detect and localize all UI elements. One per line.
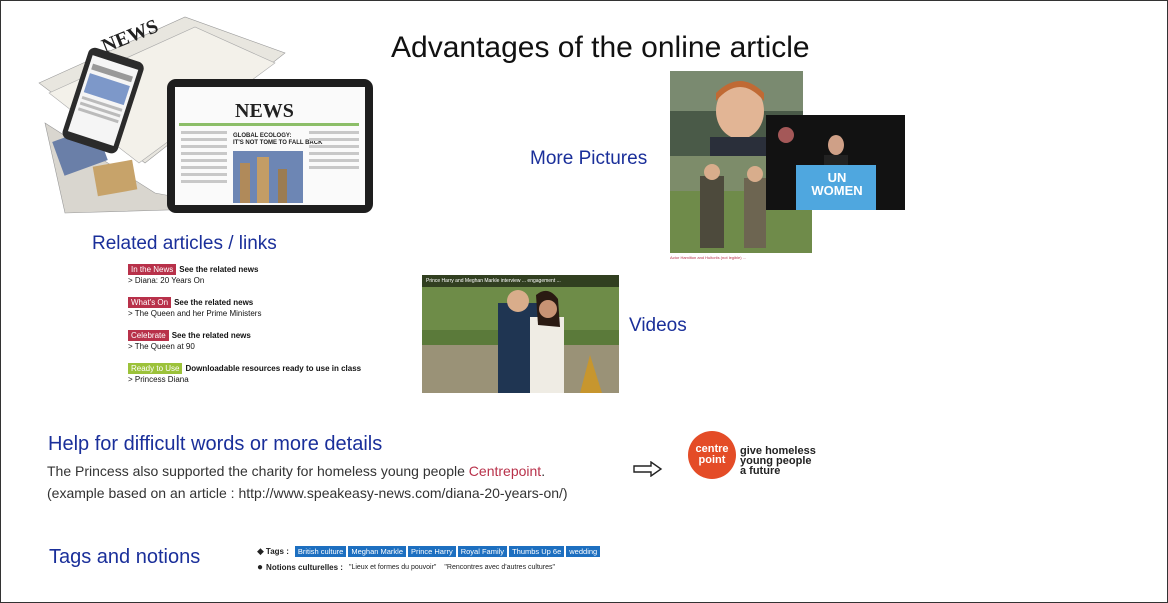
- centrepoint-logo-line2: point: [698, 454, 726, 466]
- ready-to-use-badge: Ready to Use: [128, 363, 183, 374]
- centrepoint-link[interactable]: Centrepoint: [469, 463, 541, 479]
- help-heading: Help for difficult words or more details: [48, 433, 383, 455]
- link-row[interactable]: Celebrate See the related news: [128, 329, 388, 342]
- tagline-line: a future: [740, 465, 781, 477]
- svg-text:NEWS: NEWS: [235, 100, 294, 122]
- whats-on-badge: What's On: [128, 297, 172, 308]
- help-sentence-end: .: [541, 463, 546, 479]
- example-source: (example based on an article : http://ww…: [47, 485, 568, 501]
- related-articles-heading: Related articles / links: [92, 233, 277, 254]
- related-links-list: In the News See the related news > Diana…: [128, 263, 388, 395]
- link-sub[interactable]: > The Queen at 90: [128, 342, 388, 362]
- help-sentence: The Princess also supported the charity …: [47, 463, 545, 479]
- tag-icon: ◆: [257, 545, 264, 556]
- svg-text:GLOBAL ECOLOGY:: GLOBAL ECOLOGY:: [233, 133, 291, 139]
- tag-british-culture[interactable]: British culture: [294, 545, 347, 557]
- more-pictures-heading: More Pictures: [530, 148, 648, 169]
- link-sub[interactable]: > The Queen and her Prime Ministers: [128, 309, 388, 329]
- link-row[interactable]: What's On See the related news: [128, 296, 388, 309]
- link-sub[interactable]: > Diana: 20 Years On: [128, 276, 388, 296]
- see-related-link[interactable]: See the related news: [172, 331, 251, 340]
- link-row[interactable]: In the News See the related news: [128, 263, 388, 276]
- download-resources-link[interactable]: Downloadable resources ready to use in c…: [185, 364, 361, 373]
- notions-label: Notions culturelles :: [266, 562, 343, 572]
- un-women-logo: UN WOMEN: [811, 170, 863, 198]
- notions-row: ● Notions culturelles : "Lieux et formes…: [257, 560, 602, 574]
- globe-icon: ●: [257, 561, 264, 573]
- newspaper-tablet-image: NEWS NEWS GLOBAL ECOLOGY: IT'S NOT TOME …: [38, 15, 373, 214]
- tags-area: ◆ Tags : British culture Meghan Markle P…: [257, 544, 602, 574]
- link-row[interactable]: Ready to Use Downloadable resources read…: [128, 362, 388, 375]
- tag-royal-family[interactable]: Royal Family: [457, 545, 508, 557]
- notion-item: "Rencontres avec d'autres cultures": [444, 563, 556, 571]
- right-arrow-icon: [633, 461, 663, 477]
- tags-row: ◆ Tags : British culture Meghan Markle P…: [257, 544, 602, 558]
- centrepoint-logo: centre point: [688, 431, 736, 479]
- help-sentence-text: The Princess also supported the charity …: [47, 463, 469, 479]
- tag-thumbs-up-6e[interactable]: Thumbs Up 6e: [509, 545, 565, 557]
- tags-notions-heading: Tags and notions: [49, 546, 201, 568]
- tag-meghan-markle[interactable]: Meghan Markle: [348, 545, 407, 557]
- slide: NEWS NEWS GLOBAL ECOLOGY: IT'S NOT TOME …: [0, 0, 1168, 603]
- see-related-link[interactable]: See the related news: [174, 298, 253, 307]
- un-women-photo: UN WOMEN: [766, 115, 905, 210]
- tag-wedding[interactable]: wedding: [566, 545, 601, 557]
- page-title: Advantages of the online article: [391, 31, 810, 64]
- video-title-bar: Prince Harry and Meghan Markle interview…: [422, 275, 619, 287]
- see-related-link[interactable]: See the related news: [179, 265, 258, 274]
- videos-heading: Videos: [629, 315, 687, 336]
- tags-label: Tags :: [265, 546, 289, 556]
- in-the-news-badge: In the News: [128, 264, 177, 275]
- tag-prince-harry[interactable]: Prince Harry: [408, 545, 456, 557]
- notion-item: "Lieux et formes du pouvoir": [348, 563, 437, 571]
- photo-caption: Actor Hamilton and Hultoriis (not legibl…: [670, 255, 747, 260]
- link-sub[interactable]: > Princess Diana: [128, 375, 388, 395]
- centrepoint-tagline: give homeless young people a future: [740, 446, 816, 477]
- celebrate-badge: Celebrate: [128, 330, 169, 341]
- video-player[interactable]: Prince Harry and Meghan Markle interview…: [422, 275, 619, 393]
